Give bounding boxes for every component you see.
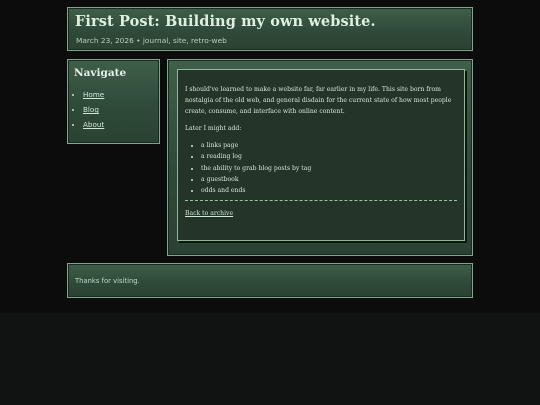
later-heading: Later I might add: xyxy=(185,125,242,132)
post-meta: March 23, 2026 • journal, site, retro-we… xyxy=(76,36,227,45)
site-footer: Thanks for visiting. xyxy=(67,263,473,298)
back-to-archive-link[interactable]: Back to archive xyxy=(185,210,233,217)
post-title: First Post: Building my own website. xyxy=(75,13,376,30)
footer-text: Thanks for visiting. xyxy=(75,277,140,285)
post-body: I should've learned to make a website fa… xyxy=(177,69,465,241)
list-item: odds and ends xyxy=(201,185,457,196)
list-item: a reading log xyxy=(201,151,457,162)
list-item: a links page xyxy=(201,140,457,151)
page-bottom-area xyxy=(0,313,540,405)
nav-link-blog[interactable]: Blog xyxy=(83,105,99,114)
nav-item-about: About xyxy=(83,120,104,129)
list-item: the ability to grab blog posts by tag xyxy=(201,163,457,174)
nav-link-home[interactable]: Home xyxy=(83,90,104,99)
site-header: First Post: Building my own website. Mar… xyxy=(67,7,473,51)
nav-item-blog: Blog xyxy=(83,105,104,114)
navigation-panel: Navigate Home Blog About xyxy=(67,59,160,144)
nav-title: Navigate xyxy=(74,67,127,79)
main-panel: I should've learned to make a website fa… xyxy=(167,59,473,256)
nav-item-home: Home xyxy=(83,90,104,99)
nav-list: Home Blog About xyxy=(74,90,104,135)
list-item: a guestbook xyxy=(201,174,457,185)
future-list: a links page a reading log the ability t… xyxy=(185,140,457,196)
nav-link-about[interactable]: About xyxy=(83,120,104,129)
post-intro: I should've learned to make a website fa… xyxy=(185,86,452,115)
back-link-container: Back to archive xyxy=(185,208,457,219)
dashed-divider xyxy=(185,200,457,202)
